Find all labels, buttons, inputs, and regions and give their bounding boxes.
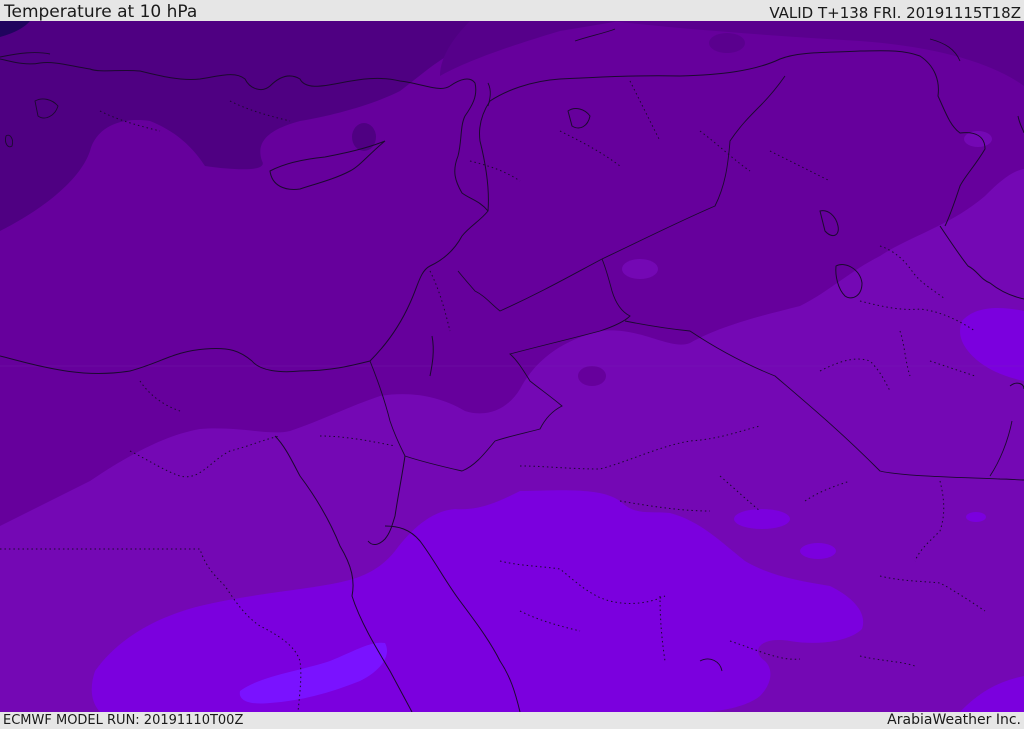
credit-label: ArabiaWeather Inc. xyxy=(887,712,1021,728)
map-title: Temperature at 10 hPa xyxy=(4,2,198,22)
band-bright-spot xyxy=(734,509,790,529)
band-dark-spot-2 xyxy=(709,33,745,53)
band-dark-spot xyxy=(352,123,376,151)
header-bar: Temperature at 10 hPa VALID T+138 FRI. 2… xyxy=(0,0,1024,21)
band-light-spot-2 xyxy=(964,131,992,147)
band-bright-spot-2 xyxy=(800,543,836,559)
temperature-map[interactable] xyxy=(0,21,1024,712)
band-bright-spot-3 xyxy=(966,512,986,522)
band-mid-spot xyxy=(578,366,606,386)
footer-bar: ECMWF MODEL RUN: 20191110T00Z ArabiaWeat… xyxy=(0,712,1024,729)
band-light-spot xyxy=(622,259,658,279)
model-run-label: ECMWF MODEL RUN: 20191110T00Z xyxy=(3,713,244,728)
valid-time: VALID T+138 FRI. 20191115T18Z xyxy=(769,4,1021,22)
